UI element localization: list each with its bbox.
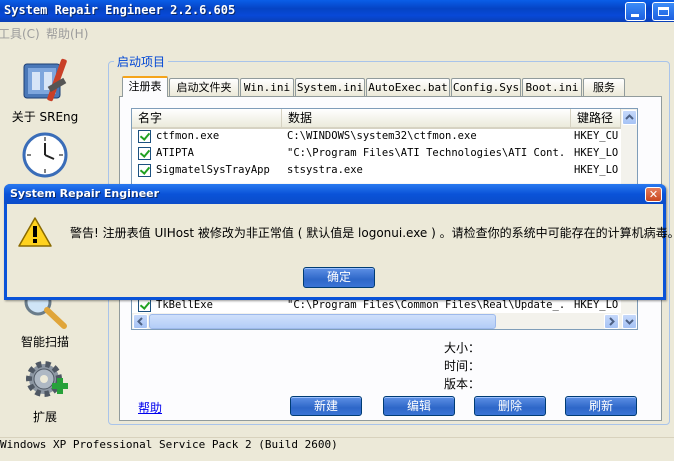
gear-plus-icon <box>26 361 68 397</box>
checkbox[interactable] <box>138 164 151 177</box>
nav-item-clock[interactable] <box>22 132 68 178</box>
table-row[interactable]: ctfmon.exe C:\WINDOWS\system32\ctfmon.ex… <box>132 128 621 145</box>
table-row[interactable]: SigmatelSysTrayApp stsystra.exe HKEY_LO <box>132 162 621 179</box>
scroll-up-button[interactable] <box>622 110 637 125</box>
menu-tools[interactable]: 工具(C) <box>0 25 40 42</box>
tab-config-sys[interactable]: Config.Sys <box>451 78 521 96</box>
row-name: ctfmon.exe <box>156 130 220 142</box>
row-name: ATIPTA <box>156 147 194 159</box>
scroll-down-button[interactable] <box>622 314 637 329</box>
toolbox-icon <box>23 58 67 102</box>
chevron-down-icon <box>625 319 634 325</box>
help-link[interactable]: 帮助 <box>138 399 162 416</box>
tab-win-ini[interactable]: Win.ini <box>240 78 294 96</box>
dialog-title-bar[interactable]: System Repair Engineer ✕ <box>4 184 666 204</box>
row-data: stsystra.exe <box>287 164 363 176</box>
column-key[interactable]: 键路径 <box>571 109 621 127</box>
checkbox[interactable] <box>138 299 151 312</box>
column-name[interactable]: 名字 <box>132 109 282 127</box>
row-key: HKEY_LO <box>574 147 619 159</box>
chevron-left-icon <box>137 317 143 326</box>
close-icon: ✕ <box>648 188 659 201</box>
tab-boot-ini[interactable]: Boot.ini <box>522 78 582 96</box>
edit-button[interactable]: 编辑 <box>383 396 455 416</box>
tab-system-ini[interactable]: System.ini <box>295 78 365 96</box>
nav-label-extend: 扩展 <box>32 410 57 424</box>
window-title: System Repair Engineer 2.2.6.605 <box>4 3 236 17</box>
chevron-right-icon <box>609 317 615 326</box>
chevron-up-icon <box>625 114 634 120</box>
row-key: HKEY_LO <box>574 164 619 176</box>
maximize-button[interactable] <box>652 2 674 21</box>
new-button[interactable]: 新建 <box>290 396 362 416</box>
delete-button[interactable]: 删除 <box>474 396 546 416</box>
time-label: 时间： <box>444 359 481 373</box>
row-data: "C:\Program Files\ATI Technologies\ATI C… <box>287 147 563 159</box>
row-key: HKEY_CU <box>574 130 619 142</box>
menu-help[interactable]: 帮助(H) <box>46 25 88 42</box>
dialog-message: 警告! 注册表值 UIHost 被修改为非正常值 ( 默认值是 logonui.… <box>70 226 674 240</box>
table-row[interactable]: ATIPTA "C:\Program Files\ATI Technologie… <box>132 145 621 162</box>
dialog-body: 警告! 注册表值 UIHost 被修改为非正常值 ( 默认值是 logonui.… <box>7 204 674 297</box>
tab-autoexec[interactable]: AutoExec.bat <box>366 78 450 96</box>
main-title-bar[interactable]: System Repair Engineer 2.2.6.605 <box>0 0 674 23</box>
scroll-thumb[interactable] <box>149 314 496 329</box>
scroll-right-button[interactable] <box>604 314 619 329</box>
group-title: 启动项目 <box>114 53 169 70</box>
clock-icon <box>22 132 68 178</box>
tab-services[interactable]: 服务 <box>583 78 625 96</box>
warning-icon <box>18 217 52 247</box>
list-header: 名字 数据 键路径 <box>132 109 621 129</box>
nav-item-scan[interactable] <box>20 288 70 330</box>
checkbox[interactable] <box>138 147 151 160</box>
scroll-left-button[interactable] <box>133 314 148 329</box>
nav-item-about[interactable] <box>18 56 72 106</box>
ok-button[interactable]: 确定 <box>303 267 375 288</box>
minimize-button[interactable] <box>625 2 646 21</box>
checkbox[interactable] <box>138 130 151 143</box>
dialog-title: System Repair Engineer <box>10 187 160 200</box>
menu-bar <box>0 22 674 42</box>
tab-startup-folder[interactable]: 启动文件夹 <box>169 78 239 96</box>
row-data: C:\WINDOWS\system32\ctfmon.exe <box>287 130 477 142</box>
status-text: Windows XP Professional Service Pack 2 (… <box>0 438 338 451</box>
version-label: 版本： <box>444 377 481 391</box>
warning-dialog: System Repair Engineer ✕ 警告! 注册表值 UIHost… <box>4 184 674 300</box>
nav-label-about: 关于 SREng <box>11 110 79 124</box>
row-name: SigmatelSysTrayApp <box>156 164 270 176</box>
magnifier-icon <box>24 288 67 329</box>
dialog-close-button[interactable]: ✕ <box>645 187 662 202</box>
column-data[interactable]: 数据 <box>282 109 571 127</box>
size-label: 大小： <box>444 341 481 355</box>
nav-item-extend[interactable] <box>22 357 70 403</box>
tab-registry[interactable]: 注册表 <box>122 76 168 97</box>
nav-label-scan: 智能扫描 <box>20 335 69 349</box>
horizontal-scrollbar[interactable] <box>132 313 621 329</box>
refresh-button[interactable]: 刷新 <box>565 396 637 416</box>
